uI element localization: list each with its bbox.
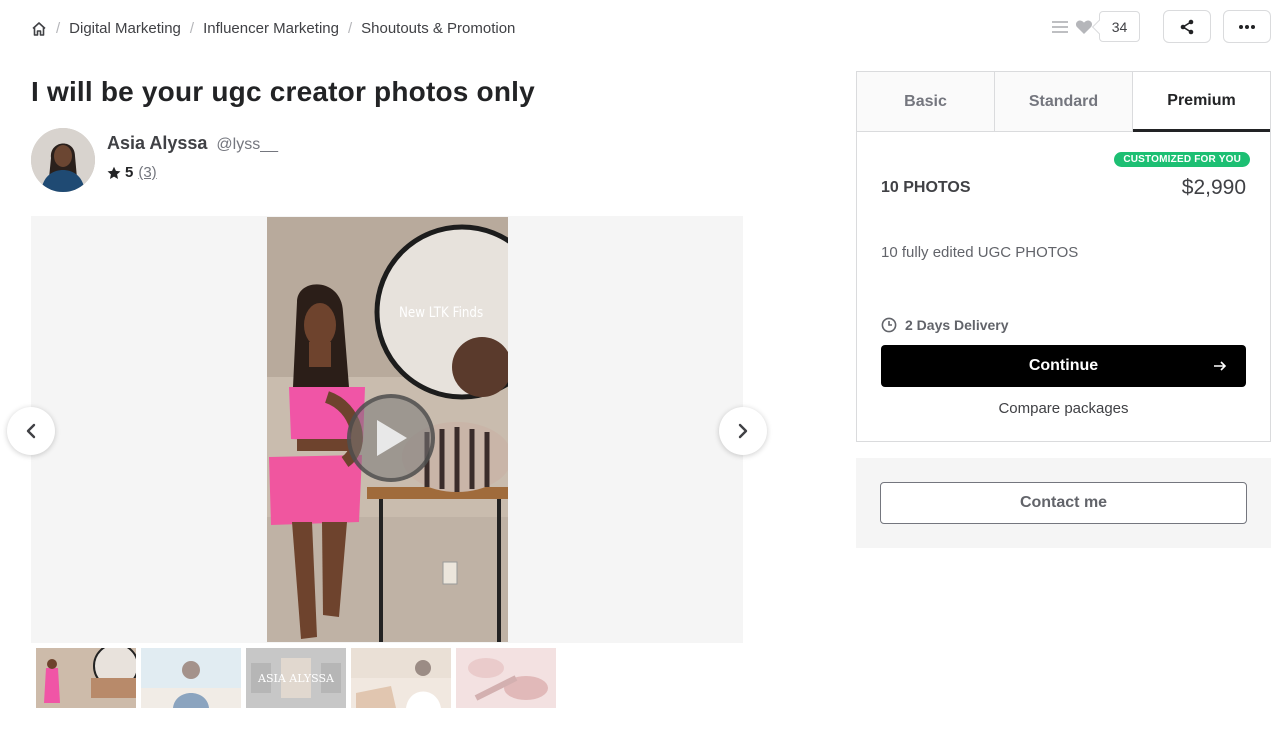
continue-button[interactable]: Continue xyxy=(881,345,1246,387)
tab-basic[interactable]: Basic xyxy=(857,72,995,131)
seller-name[interactable]: Asia Alyssa xyxy=(107,133,207,154)
package-description: 10 fully edited UGC PHOTOS xyxy=(881,244,1079,261)
package-panel: Basic Standard Premium CUSTOMIZED FOR YO… xyxy=(856,71,1271,442)
more-icon xyxy=(1238,24,1256,30)
gallery-prev-button[interactable] xyxy=(7,407,55,455)
list-icon[interactable] xyxy=(1051,19,1069,35)
gallery-thumbnail[interactable] xyxy=(141,648,241,708)
contact-me-button[interactable]: Contact me xyxy=(880,482,1247,524)
like-count: 34 xyxy=(1099,11,1140,42)
delivery-label: 2 Days Delivery xyxy=(905,317,1009,333)
gallery-thumbnail[interactable] xyxy=(351,648,451,708)
compare-packages-link[interactable]: Compare packages xyxy=(881,400,1246,417)
heart-icon[interactable] xyxy=(1075,19,1093,35)
breadcrumb-separator: / xyxy=(347,20,353,37)
breadcrumb-separator: / xyxy=(56,20,61,37)
video-overlay-text: New LTK Finds xyxy=(399,305,484,321)
gallery-main-video[interactable]: New LTK Finds xyxy=(267,217,508,642)
package-tabs: Basic Standard Premium xyxy=(857,72,1270,132)
chevron-left-icon xyxy=(25,423,37,439)
delivery-time: 2 Days Delivery xyxy=(881,317,1246,333)
home-icon[interactable] xyxy=(31,21,47,37)
seller-handle: @lyss__ xyxy=(216,136,278,153)
thumb-watermark: ASIA ALYSSA xyxy=(257,672,335,685)
customized-badge: CUSTOMIZED FOR YOU xyxy=(1114,152,1250,167)
breadcrumb-shoutouts-promotion[interactable]: Shoutouts & Promotion xyxy=(361,20,515,37)
gallery-next-button[interactable] xyxy=(719,407,767,455)
continue-label: Continue xyxy=(1028,357,1099,374)
play-icon xyxy=(373,418,409,458)
seller-avatar[interactable] xyxy=(31,128,95,192)
breadcrumb-separator: / xyxy=(189,20,195,37)
gallery-thumbnails: ASIA ALYSSA xyxy=(36,648,561,708)
reviews-count-link[interactable]: (3) xyxy=(138,164,156,181)
rating-value: 5 xyxy=(125,164,134,181)
more-options-button[interactable] xyxy=(1223,10,1271,43)
chevron-right-icon xyxy=(737,423,749,439)
play-button[interactable] xyxy=(347,394,435,482)
contact-box: Contact me xyxy=(856,458,1271,548)
share-button[interactable] xyxy=(1163,10,1211,43)
breadcrumb-influencer-marketing[interactable]: Influencer Marketing xyxy=(203,20,339,37)
tab-premium[interactable]: Premium xyxy=(1133,72,1270,132)
tab-standard[interactable]: Standard xyxy=(995,72,1133,131)
gallery: New LTK Finds xyxy=(31,216,743,643)
share-icon xyxy=(1179,19,1195,35)
gig-title: I will be your ugc creator photos only xyxy=(31,76,535,107)
gallery-thumbnail[interactable] xyxy=(456,648,556,708)
package-price: $2,990 xyxy=(1181,176,1246,199)
gallery-thumbnail[interactable] xyxy=(36,648,136,708)
arrow-right-icon xyxy=(1212,358,1228,374)
seller-overview: Asia Alyssa @lyss__ 5 (3) xyxy=(31,128,278,192)
top-actions: 34 xyxy=(1051,10,1271,43)
package-title: 10 PHOTOS xyxy=(881,179,971,196)
star-icon xyxy=(107,166,121,180)
breadcrumb: / Digital Marketing / Influencer Marketi… xyxy=(31,20,515,37)
clock-icon xyxy=(881,317,897,333)
breadcrumb-digital-marketing[interactable]: Digital Marketing xyxy=(69,20,181,37)
gallery-thumbnail[interactable]: ASIA ALYSSA xyxy=(246,648,346,708)
seller-rating: 5 (3) xyxy=(107,164,278,181)
